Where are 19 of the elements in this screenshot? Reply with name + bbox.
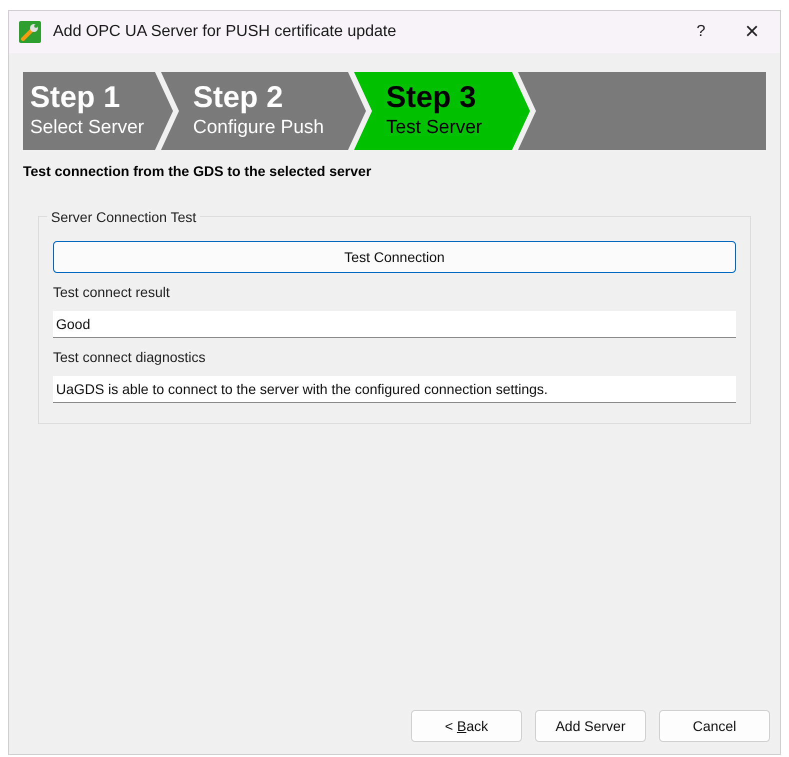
text-field[interactable]: Good [53,311,736,338]
dialog-button[interactable]: Add Server [535,710,646,742]
step-subtitle: Select Server [30,116,146,140]
step-title: Step 3 [386,81,478,115]
step-title: Step 2 [193,81,284,115]
test-connection-button[interactable]: Test Connection [53,241,736,273]
step-subtitle: Test Server [386,116,484,140]
step-subtitle: Configure Push [193,116,325,140]
dialog-button[interactable]: Cancel [659,710,770,742]
window-title: Add OPC UA Server for PUSH certificate update [53,22,396,42]
text-field[interactable]: UaGDS is able to connect to the server with the configured connection settings. [53,376,736,403]
wrench-icon [19,21,41,43]
step-title: Step 1 [30,81,122,115]
help-button[interactable]: ? [678,12,724,52]
field-label: Test connect diagnostics [53,348,207,367]
dialog-button[interactable]: < Back [411,710,522,742]
page-heading: Test connection from the GDS to the selected server [23,162,372,181]
close-button[interactable]: × [724,12,780,52]
field-label: Test connect result [53,283,171,302]
